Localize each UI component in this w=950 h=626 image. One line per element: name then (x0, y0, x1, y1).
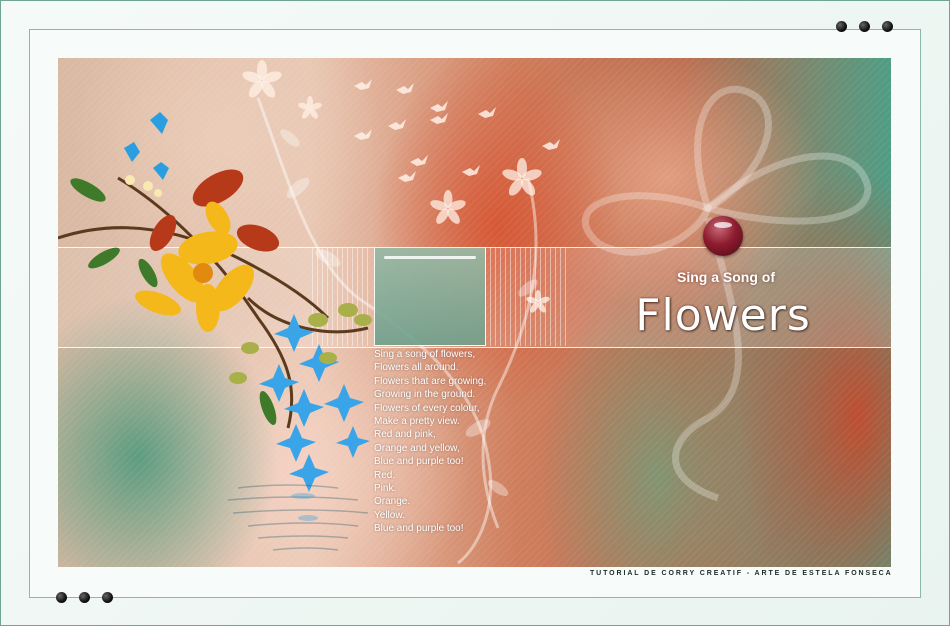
poem-line: Blue and purple too! (374, 456, 464, 468)
dot-icon (859, 21, 870, 32)
poem-line: Make a pretty view. (374, 416, 460, 428)
corner-dots-bottom-left (56, 592, 113, 603)
poem-line: Growing in the ground. (374, 389, 476, 401)
dot-icon (56, 592, 67, 603)
poem-line: Red and pink, (374, 429, 436, 441)
dot-icon (79, 592, 90, 603)
bead-highlight (714, 222, 732, 228)
artwork-canvas: Sing a Song of Flowers Sing a song of fl… (58, 58, 891, 567)
dot-icon (836, 21, 847, 32)
poem-text: Sing a song of flowers, Flowers all arou… (374, 348, 524, 536)
poem-line: Red. (374, 469, 396, 481)
poem-line: Orange and yellow, (374, 442, 460, 454)
dot-icon (102, 592, 113, 603)
poem-line: Flowers that are growing, (374, 375, 487, 387)
page-title: Flowers (635, 290, 811, 341)
credit-line: TUTORIAL DE CORRY CREATIF - ARTE DE ESTE… (590, 570, 893, 577)
poem-line: Flowers of every colour, (374, 402, 480, 414)
poem-line: Sing a song of flowers, (374, 349, 476, 360)
poem-line: Blue and purple too! (374, 523, 464, 535)
subtitle: Sing a Song of (677, 269, 775, 285)
dot-icon (882, 21, 893, 32)
corner-dots-top-right (836, 21, 893, 32)
poem-line: Yellow. (374, 509, 405, 521)
poem-line: Flowers all around. (374, 362, 459, 374)
poem-line: Pink. (374, 483, 397, 495)
poem-line: Orange. (374, 496, 411, 508)
